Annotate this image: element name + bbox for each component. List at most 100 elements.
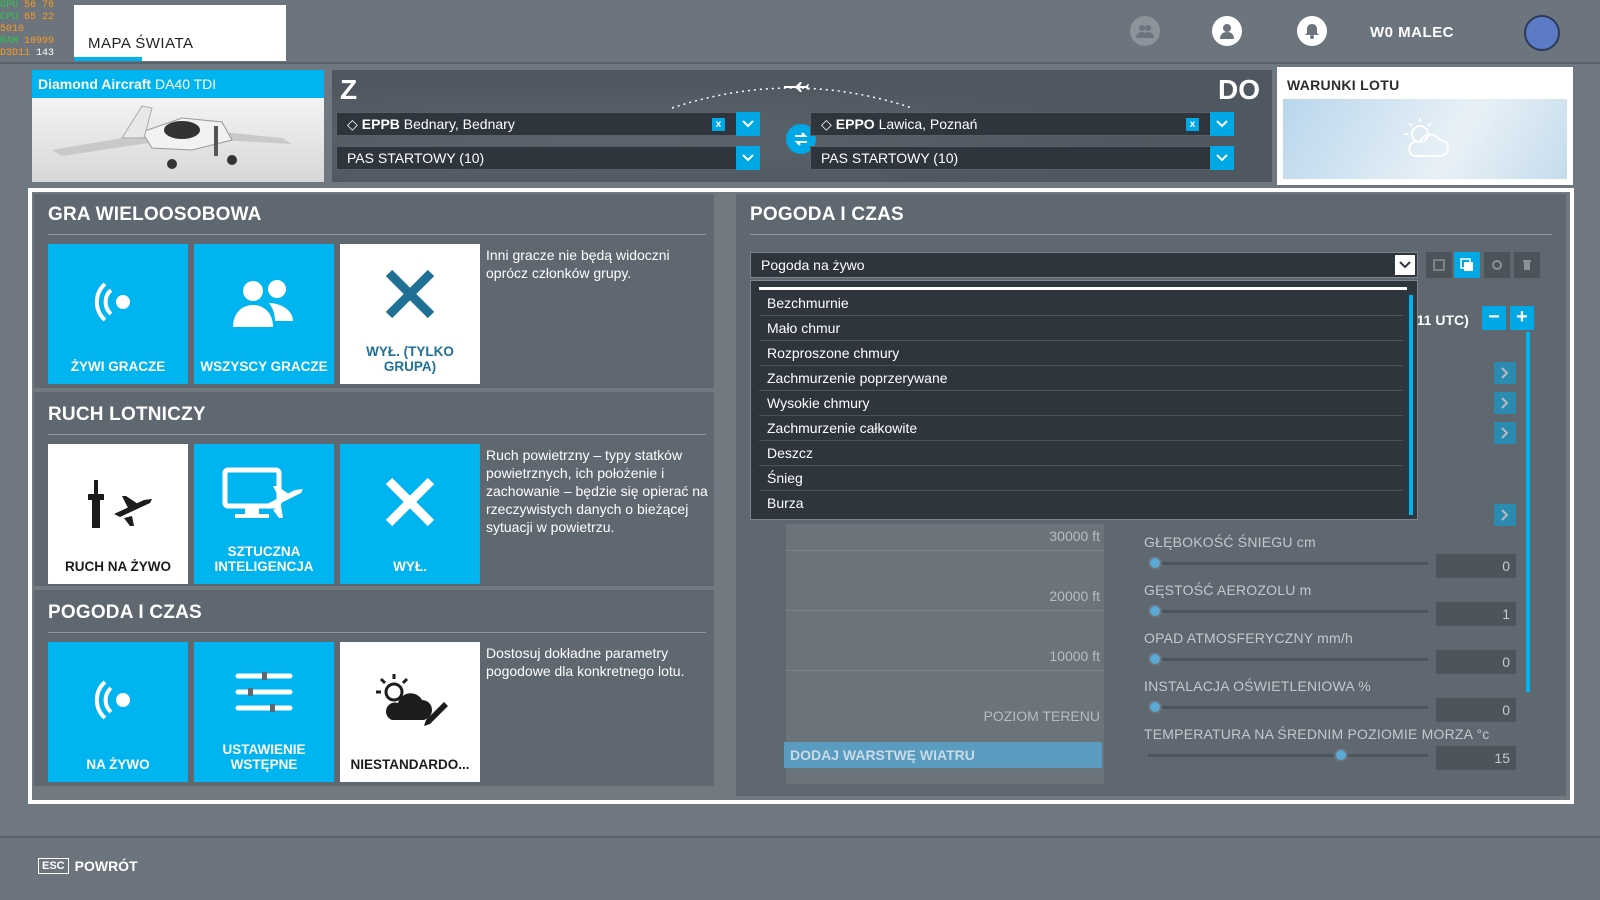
chevron-right-icon[interactable] xyxy=(1494,504,1516,526)
dropdown-option[interactable]: Mało chmur xyxy=(759,316,1403,341)
save-icon[interactable] xyxy=(1426,252,1452,278)
aircraft-card[interactable]: Diamond Aircraft DA40 TDI xyxy=(32,70,324,182)
weather-preset-value: Pogoda na żywo xyxy=(761,257,865,273)
param-value-input[interactable]: 0 xyxy=(1436,698,1516,722)
tile-label: WYŁ. xyxy=(393,559,427,574)
weather-preset-dropdown: Bezchmurnie Mało chmur Rozproszone chmur… xyxy=(750,280,1418,520)
chevron-down-icon[interactable] xyxy=(1210,146,1234,170)
username[interactable]: W0 MALEC xyxy=(1370,24,1454,41)
multiplayer-description: Inni gracze nie będą widoczni oprócz czł… xyxy=(486,247,670,281)
aircraft-model: DA40 TDI xyxy=(154,76,217,92)
friends-icon[interactable] xyxy=(1130,16,1160,46)
close-icon xyxy=(385,269,435,319)
weather-preset-select[interactable]: Pogoda na żywo xyxy=(750,252,1418,278)
divider xyxy=(750,234,1552,235)
profile-icon[interactable] xyxy=(1212,16,1242,46)
avatar[interactable] xyxy=(1524,15,1560,51)
departure-runway: PAS STARTOWY (10) xyxy=(347,150,485,166)
param-precipitation: OPAD ATMOSFERYCZNY mm/h 0 xyxy=(1144,630,1524,678)
live-traffic-tile[interactable]: RUCH NA ŻYWO xyxy=(48,444,188,584)
slider-knob[interactable] xyxy=(1148,652,1162,666)
slider-knob[interactable] xyxy=(1334,748,1349,762)
arrival-runway-select[interactable]: PAS STARTOWY (10) xyxy=(810,146,1234,170)
departure-name: Bednary, Bednary xyxy=(403,116,515,132)
chevron-down-icon[interactable] xyxy=(736,112,760,136)
slider-track[interactable] xyxy=(1148,610,1428,613)
clear-departure-button[interactable]: x xyxy=(712,118,725,131)
traffic-off-tile[interactable]: WYŁ. xyxy=(340,444,480,584)
param-value-input[interactable]: 0 xyxy=(1436,650,1516,674)
dropdown-option[interactable]: Wysokie chmury xyxy=(759,391,1403,416)
slider-knob[interactable] xyxy=(1148,604,1162,618)
add-wind-layer-button[interactable]: DODAJ WARSTWĘ WIATRU xyxy=(784,742,1102,768)
dropdown-scrollbar[interactable] xyxy=(1409,295,1413,515)
dropdown-option[interactable]: Deszcz xyxy=(759,441,1403,466)
dropdown-option[interactable]: Burza xyxy=(759,491,1403,516)
tab-underline xyxy=(74,57,142,61)
chevron-down-icon[interactable] xyxy=(736,146,760,170)
time-minus-button[interactable]: − xyxy=(1482,306,1506,330)
tab-world-map[interactable]: MAPA ŚWIATA xyxy=(74,5,286,61)
dropdown-option[interactable]: Śnieg xyxy=(759,466,1403,491)
param-value-input[interactable]: 15 xyxy=(1436,746,1516,770)
dropdown-option[interactable]: Bezchmurnie xyxy=(759,291,1403,316)
param-label: GĘSTOŚĆ AEROZOLU m xyxy=(1144,582,1312,598)
chevron-right-icon[interactable] xyxy=(1494,392,1516,414)
param-value-input[interactable]: 0 xyxy=(1436,554,1516,578)
chevron-right-icon[interactable] xyxy=(1494,362,1516,384)
departure-runway-select[interactable]: PAS STARTOWY (10) xyxy=(336,146,760,170)
air-traffic-section: RUCH LOTNICZY RUCH NA ŻYWO SZTUCZNA INTE… xyxy=(34,392,714,586)
aircraft-brand: Diamond Aircraft xyxy=(38,76,152,92)
air-traffic-description: Ruch powietrzny – typy statków powietrzn… xyxy=(486,447,708,535)
monitor-plane-icon xyxy=(222,467,303,518)
preset-weather-tile[interactable]: USTAWIENIE WSTĘPNE xyxy=(194,642,334,782)
param-value-input[interactable]: 1 xyxy=(1436,602,1516,626)
tile-label: NA ŻYWO xyxy=(86,757,150,772)
settings-scrollbar[interactable] xyxy=(1526,332,1530,692)
chevron-down-icon[interactable] xyxy=(1210,112,1234,136)
copy-icon[interactable] xyxy=(1454,252,1480,278)
live-weather-tile[interactable]: NA ŻYWO xyxy=(48,642,188,782)
live-players-tile[interactable]: ŻYWI GRACZE xyxy=(48,244,188,384)
esc-key-icon: ESC xyxy=(38,858,69,874)
ai-traffic-tile[interactable]: SZTUCZNA INTELIGENCJA xyxy=(194,444,334,584)
trash-icon[interactable] xyxy=(1514,252,1540,278)
param-label: INSTALACJA OŚWIETLENIOWA % xyxy=(1144,678,1371,694)
slider-knob[interactable] xyxy=(1148,556,1162,570)
utc-time: :11 UTC) xyxy=(1412,312,1469,328)
back-button[interactable]: ESC POWRÓT xyxy=(38,858,138,874)
route-panel: Z DO ◇ EPPB Bednary, Bednary x PAS STARTO… xyxy=(332,70,1272,182)
slider-knob[interactable] xyxy=(1148,700,1162,714)
slider-track[interactable] xyxy=(1148,658,1428,661)
altitude-label: 30000 ft xyxy=(1049,528,1100,544)
time-plus-button[interactable]: + xyxy=(1510,306,1534,330)
slider-track[interactable] xyxy=(1148,562,1428,565)
slider-track[interactable] xyxy=(1148,706,1428,709)
gpu-label: GPU xyxy=(0,0,19,11)
param-label: OPAD ATMOSFERYCZNY mm/h xyxy=(1144,630,1353,646)
arrival-airport-field[interactable]: ◇ EPPO Lawica, Poznań x xyxy=(810,112,1234,136)
dropdown-option[interactable]: Zachmurzenie poprzerywane xyxy=(759,366,1403,391)
weather-settings-title: POGODA I CZAS xyxy=(750,204,904,225)
off-group-only-tile[interactable]: WYŁ. (TYLKO GRUPA) xyxy=(340,244,480,384)
aircraft-header: Diamond Aircraft DA40 TDI xyxy=(32,70,324,98)
slider-track[interactable] xyxy=(1148,754,1428,757)
chevron-right-icon[interactable] xyxy=(1494,422,1516,444)
custom-weather-tile[interactable]: NIESTANDARDO... xyxy=(340,642,480,782)
sliders-icon xyxy=(235,672,293,712)
tile-label: WYŁ. (TYLKO GRUPA) xyxy=(366,344,454,374)
flight-conditions-card[interactable]: WARUNKI LOTU xyxy=(1277,67,1573,185)
bell-icon[interactable] xyxy=(1297,16,1327,46)
clear-arrival-button[interactable]: x xyxy=(1186,118,1199,131)
param-label: GŁĘBOKOŚĆ ŚNIEGU cm xyxy=(1144,534,1316,550)
from-label: Z xyxy=(340,74,358,105)
param-aerosol-density: GĘSTOŚĆ AEROZOLU m 1 xyxy=(1144,582,1524,630)
dropdown-option[interactable]: Zachmurzenie całkowite xyxy=(759,416,1403,441)
departure-airport-field[interactable]: ◇ EPPB Bednary, Bednary x xyxy=(336,112,760,136)
all-players-tile[interactable]: WSZYSCY GRACZE xyxy=(194,244,334,384)
cpu-temp: 65 xyxy=(24,12,37,23)
back-label: POWRÓT xyxy=(74,858,138,874)
chevron-down-icon[interactable] xyxy=(1395,255,1415,275)
dropdown-option[interactable]: Rozproszone chmury xyxy=(759,341,1403,366)
gear-icon[interactable] xyxy=(1484,252,1510,278)
